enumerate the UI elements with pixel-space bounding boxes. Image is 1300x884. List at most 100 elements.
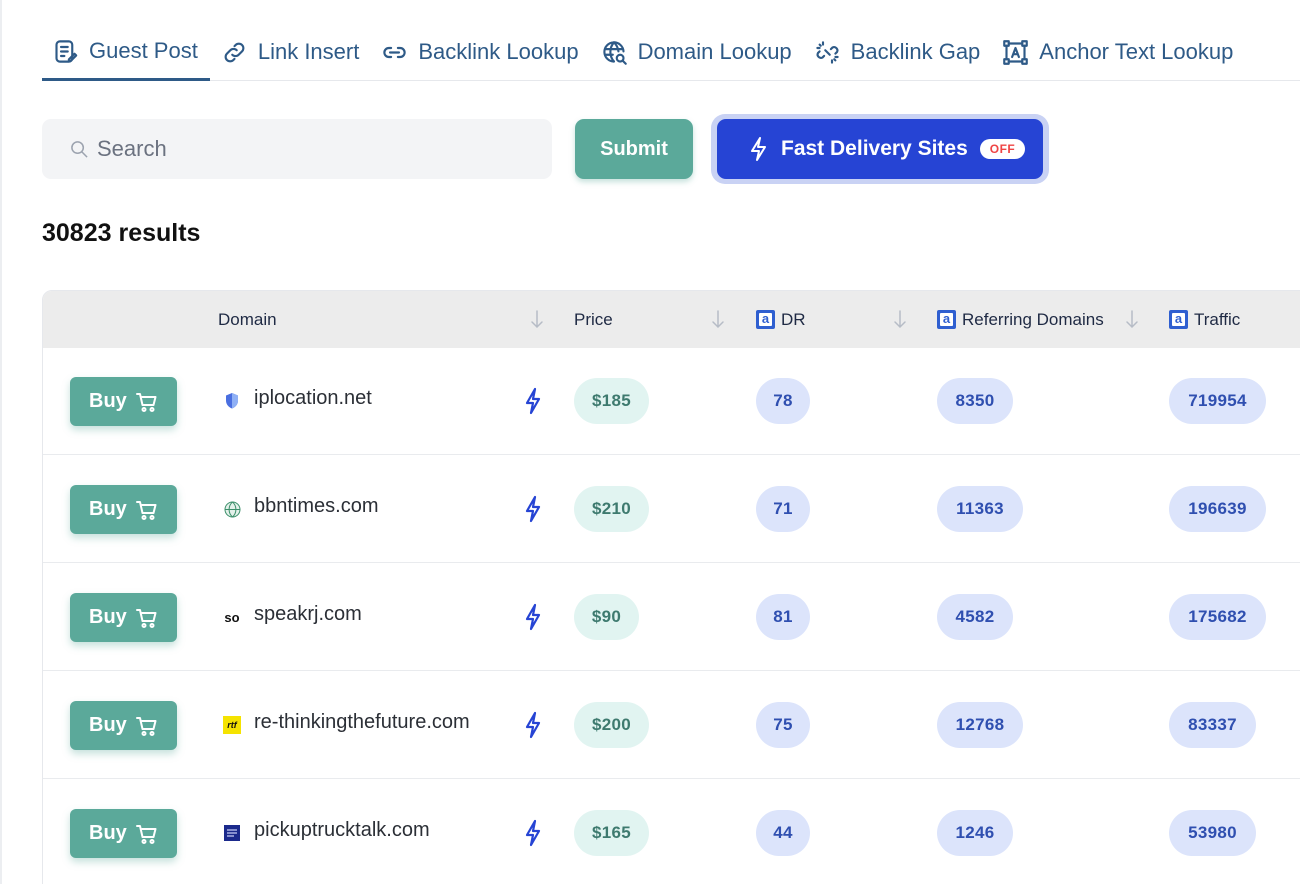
submit-button[interactable]: Submit [575, 119, 693, 179]
price-badge: $200 [574, 702, 649, 748]
cart-icon [135, 716, 157, 736]
sort-down-icon[interactable] [892, 308, 908, 330]
broken-link-icon [815, 40, 839, 64]
table-header: Domain Price a DR a Referring Domains a … [43, 291, 1300, 348]
search-icon [71, 140, 88, 158]
traffic-badge: 53980 [1169, 810, 1256, 856]
column-label: Domain [218, 309, 277, 329]
chain-link-icon [383, 46, 407, 58]
column-label: DR [781, 309, 806, 329]
fast-delivery-icon [525, 387, 541, 415]
ahrefs-logo-icon: a [1169, 310, 1188, 329]
table-row: Buy iplocation.net $185 78 8350 719954 [43, 347, 1300, 455]
sites-table: Domain Price a DR a Referring Domains a … [42, 290, 1300, 884]
sort-down-icon[interactable] [1124, 308, 1140, 330]
cart-icon [135, 500, 157, 520]
cart-icon [135, 824, 157, 844]
price-badge: $210 [574, 486, 649, 532]
fast-delivery-status-badge: OFF [979, 139, 1026, 159]
tab-label: Domain Lookup [637, 39, 792, 64]
referring-domains-badge: 12768 [937, 702, 1023, 748]
tab-label: Link Insert [257, 39, 360, 64]
anchor-text-icon [1003, 39, 1029, 65]
ahrefs-logo-icon: a [937, 310, 956, 329]
results-count: 30823 results [42, 219, 201, 247]
domain-name[interactable]: re-thinkingthefuture.com [254, 711, 470, 734]
column-header-price[interactable]: Price [574, 291, 613, 348]
dr-badge: 81 [756, 594, 810, 640]
dr-badge: 75 [756, 702, 810, 748]
column-header-referring-domains[interactable]: a Referring Domains [937, 291, 1104, 348]
tab-anchor-text-lookup[interactable]: Anchor Text Lookup [991, 24, 1244, 80]
fast-delivery-icon [525, 711, 541, 739]
dr-badge: 78 [756, 378, 810, 424]
table-row: Buy so speakrj.com $90 81 4582 175682 [43, 563, 1300, 671]
tab-backlink-lookup[interactable]: Backlink Lookup [370, 24, 589, 80]
table-row: Buy pickuptrucktalk.com $165 44 1246 539… [43, 779, 1300, 884]
buy-button[interactable]: Buy [70, 485, 177, 534]
column-label: Traffic [1194, 309, 1241, 329]
traffic-badge: 83337 [1169, 702, 1256, 748]
app-frame: Guest Post Link Insert Backlink Lookup D… [0, 0, 1300, 884]
search-box[interactable] [42, 119, 552, 179]
column-label: Referring Domains [962, 309, 1104, 329]
globe-favicon [223, 500, 241, 518]
dr-badge: 44 [756, 810, 810, 856]
tab-link-insert[interactable]: Link Insert [210, 24, 371, 80]
fast-delivery-toggle[interactable]: Fast Delivery Sites OFF [717, 119, 1043, 179]
ptt-favicon [223, 824, 241, 842]
buy-label: Buy [89, 498, 127, 520]
traffic-badge: 196639 [1169, 486, 1266, 532]
column-header-domain[interactable]: Domain [218, 291, 277, 348]
dr-badge: 71 [756, 486, 810, 532]
speakrj-favicon: so [224, 609, 240, 625]
shield-favicon [223, 392, 241, 410]
buy-button[interactable]: Buy [70, 593, 177, 642]
domain-name[interactable]: iplocation.net [254, 387, 372, 410]
domain-name[interactable]: speakrj.com [254, 603, 362, 626]
referring-domains-badge: 11363 [937, 486, 1023, 532]
tab-guest-post[interactable]: Guest Post [42, 24, 210, 81]
buy-button[interactable]: Buy [70, 701, 177, 750]
fast-delivery-focus-ring: Fast Delivery Sites OFF [711, 114, 1049, 184]
guest-post-icon [55, 39, 78, 63]
link-icon [224, 42, 245, 62]
sort-down-icon[interactable] [529, 308, 545, 330]
buy-button[interactable]: Buy [70, 377, 177, 426]
tool-tabs: Guest Post Link Insert Backlink Lookup D… [42, 24, 1300, 81]
tab-backlink-gap[interactable]: Backlink Gap [803, 24, 992, 80]
tab-label: Backlink Gap [850, 39, 981, 64]
price-badge: $185 [574, 378, 649, 424]
buy-label: Buy [89, 714, 127, 736]
traffic-badge: 175682 [1169, 594, 1266, 640]
search-input[interactable] [97, 136, 517, 162]
fast-delivery-label: Fast Delivery Sites [781, 137, 968, 160]
table-row: Buy bbntimes.com $210 71 11363 196639 [43, 455, 1300, 563]
ahrefs-logo-icon: a [756, 310, 775, 329]
buy-label: Buy [89, 390, 127, 412]
fast-delivery-icon [525, 819, 541, 847]
buy-label: Buy [89, 606, 127, 628]
sort-down-icon[interactable] [710, 308, 726, 330]
globe-search-icon [602, 40, 627, 65]
traffic-badge: 719954 [1169, 378, 1266, 424]
cart-icon [135, 608, 157, 628]
tab-label: Anchor Text Lookup [1039, 39, 1234, 64]
cart-icon [135, 392, 157, 412]
buy-button[interactable]: Buy [70, 809, 177, 858]
domain-name[interactable]: pickuptrucktalk.com [254, 819, 430, 842]
referring-domains-badge: 8350 [937, 378, 1013, 424]
tab-domain-lookup[interactable]: Domain Lookup [590, 24, 803, 80]
referring-domains-badge: 1246 [937, 810, 1013, 856]
price-badge: $165 [574, 810, 649, 856]
column-header-traffic[interactable]: a Traffic [1169, 291, 1240, 348]
table-row: Buy rtf re-thinkingthefuture.com $200 75… [43, 671, 1300, 779]
fast-delivery-icon [525, 495, 541, 523]
referring-domains-badge: 4582 [937, 594, 1013, 640]
fast-delivery-icon [525, 603, 541, 631]
tab-label: Guest Post [89, 38, 198, 63]
price-badge: $90 [574, 594, 639, 640]
domain-name[interactable]: bbntimes.com [254, 495, 379, 518]
tab-label: Backlink Lookup [418, 39, 579, 64]
column-header-dr[interactable]: a DR [756, 291, 806, 348]
